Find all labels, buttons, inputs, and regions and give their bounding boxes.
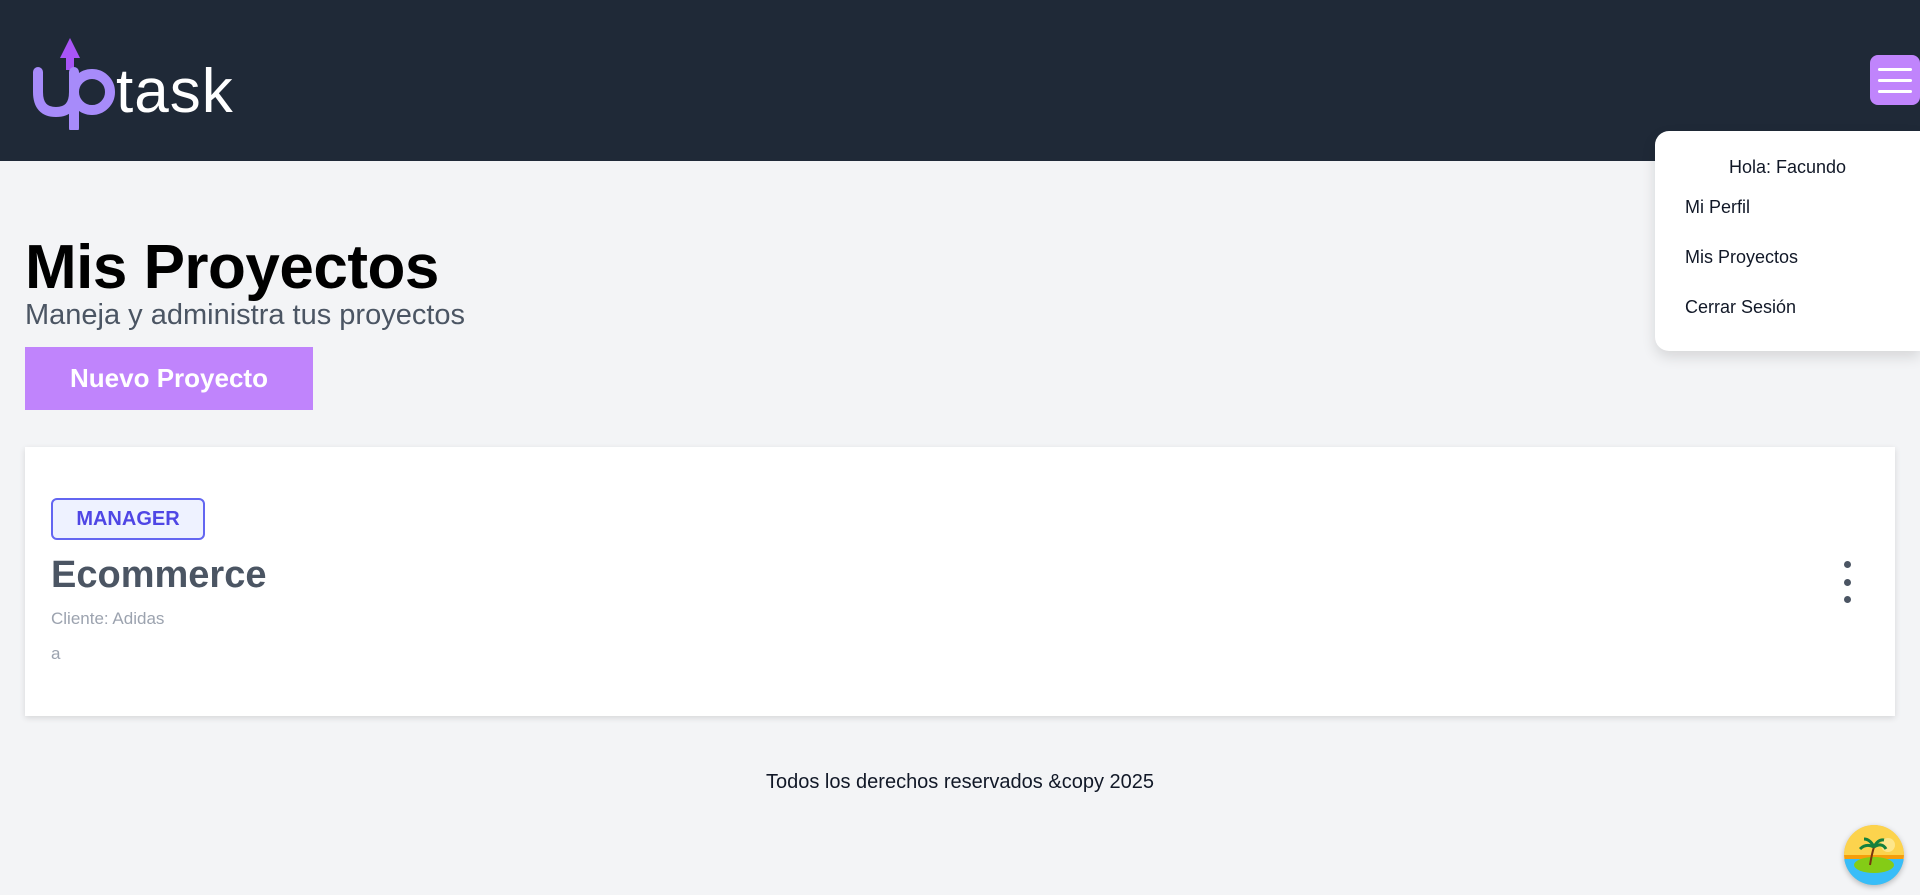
site-header: task [0, 0, 1920, 161]
vertical-dots-icon[interactable] [1837, 561, 1857, 603]
menu-item-profile[interactable]: Mi Perfil [1685, 197, 1750, 218]
user-dropdown-menu: Hola: Facundo Mi Perfil Mis Proyectos Ce… [1655, 131, 1920, 351]
hamburger-icon-bar [1878, 67, 1912, 71]
floating-avatar[interactable] [1844, 825, 1904, 885]
menu-item-logout[interactable]: Cerrar Sesión [1685, 297, 1796, 318]
footer-copyright: Todos los derechos reservados &copy 2025 [765, 771, 1154, 793]
user-greeting: Hola: Facundo [1728, 157, 1847, 177]
project-name[interactable]: Ecommerce [51, 554, 266, 597]
hamburger-icon-bar [1878, 78, 1912, 82]
hamburger-icon-bar [1878, 89, 1912, 93]
new-project-button[interactable]: Nuevo Proyecto [25, 347, 313, 410]
logo-text: task [116, 57, 234, 126]
project-client: Cliente: Adidas [51, 609, 165, 628]
page-title: Mis Proyectos [25, 233, 439, 302]
role-badge: MANAGER [51, 498, 205, 540]
menu-item-projects[interactable]: Mis Proyectos [1685, 247, 1798, 268]
uptask-logo[interactable]: task [30, 30, 290, 130]
hamburger-menu-button[interactable] [1870, 55, 1920, 105]
page-subtitle: Maneja y administra tus proyectos [25, 299, 466, 331]
project-card: MANAGER Ecommerce Cliente: Adidas a [25, 447, 1895, 716]
island-icon [1844, 825, 1904, 885]
project-description: a [51, 644, 61, 663]
